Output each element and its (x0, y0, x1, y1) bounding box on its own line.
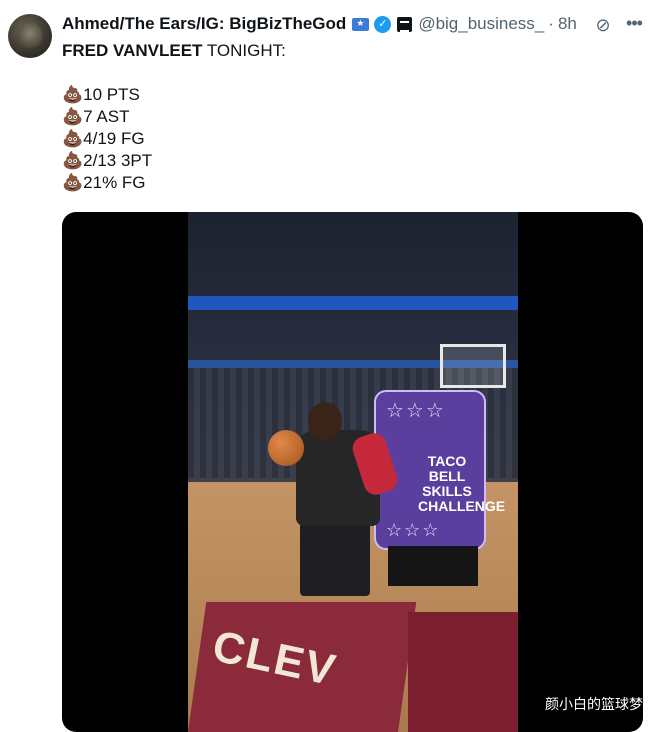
separator: · (548, 14, 554, 33)
poop-emoji-icon: 💩 (62, 173, 84, 192)
business-badge-icon (397, 16, 413, 32)
stat-line: 💩10 PTS (62, 84, 286, 106)
grok-icon[interactable]: ⊘ (592, 14, 614, 36)
author-name[interactable]: Ahmed/The Ears/IG: BigBizTheGod (62, 14, 346, 34)
tweet-line-text: TONIGHT: (202, 41, 286, 60)
stat-line: 💩21% FG (62, 172, 286, 194)
tweet-header: Ahmed/The Ears/IG: BigBizTheGod ✓ @big_b… (62, 12, 577, 36)
stat-line: 💩7 AST (62, 106, 286, 128)
basketball-icon (268, 430, 304, 466)
sign-text: TACO BELL SKILLS CHALLENGE (418, 453, 506, 514)
stat-text: 7 AST (83, 107, 130, 126)
player-name: FRED VANVLEET (62, 41, 203, 60)
stat-text: 4/19 FG (83, 129, 145, 148)
stars-icon: ☆☆☆ (386, 520, 441, 540)
stat-text: 21% FG (83, 173, 146, 192)
poop-emoji-icon: 💩 (62, 107, 84, 126)
verified-icon: ✓ (374, 15, 392, 33)
court-paint (408, 612, 518, 732)
hoop-icon (440, 344, 506, 388)
person-head (308, 402, 342, 440)
watermark: 颜小白的篮球梦 (545, 697, 643, 713)
sign-stand (388, 546, 478, 586)
more-icon[interactable]: ••• (623, 12, 645, 34)
tweet-line-title: FRED VANVLEET TONIGHT: (62, 40, 286, 62)
person-legs (300, 522, 370, 596)
timestamp[interactable]: 8h (558, 14, 577, 34)
video-frame[interactable]: CLEV ☆☆☆ TACO BELL SKILLS CHALLENGE ☆☆☆ (188, 212, 518, 732)
poop-emoji-icon: 💩 (62, 129, 84, 148)
stat-text: 10 PTS (83, 85, 140, 104)
poop-emoji-icon: 💩 (62, 85, 84, 104)
tweet-text: FRED VANVLEET TONIGHT: 💩10 PTS 💩7 AST 💩4… (62, 40, 286, 194)
video-player[interactable]: CLEV ☆☆☆ TACO BELL SKILLS CHALLENGE ☆☆☆ (62, 212, 643, 732)
author-handle[interactable]: @big_business_ (418, 14, 544, 34)
arena-led-ring (188, 296, 518, 310)
stat-text: 2/13 3PT (83, 151, 153, 170)
avatar[interactable] (8, 14, 52, 58)
flag-icon (352, 17, 370, 31)
poop-emoji-icon: 💩 (62, 151, 84, 170)
stat-line: 💩2/13 3PT (62, 150, 286, 172)
stars-icon: ☆☆☆ (386, 400, 446, 422)
stat-line: 💩4/19 FG (62, 128, 286, 150)
